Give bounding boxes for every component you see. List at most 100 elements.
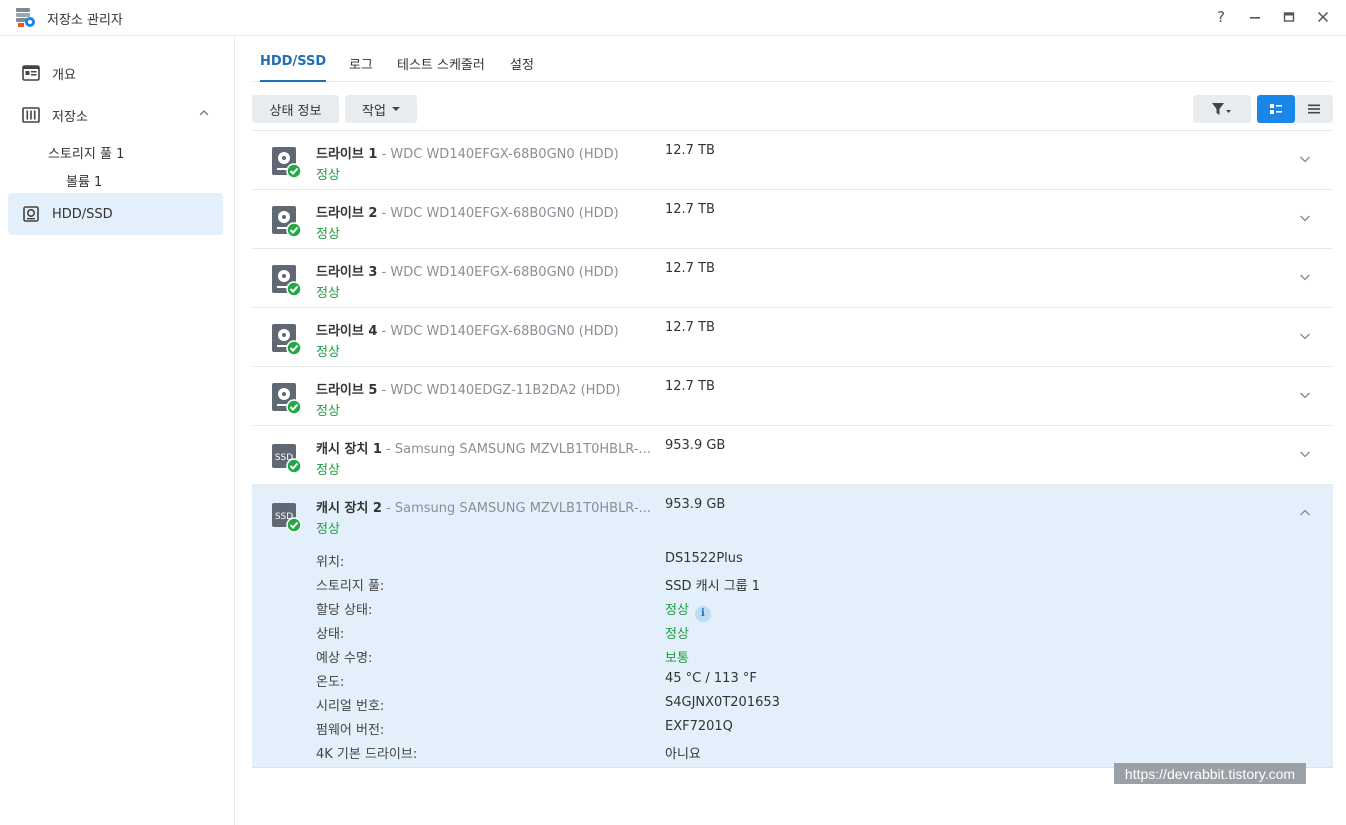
ssd-healthy-icon: SSD [272, 444, 302, 474]
ssd-healthy-icon: SSD [272, 503, 302, 533]
drive-size: 953.9 GB [665, 497, 726, 512]
drive-model: - Samsung SAMSUNG MZVLB1T0HBLR-... [381, 442, 651, 457]
detail-label-4k-native: 4K 기본 드라이브: [316, 747, 418, 762]
drive-model: - WDC WD140EFGX-68B0GN0 (HDD) [377, 147, 619, 162]
drive-status: 정상 [316, 463, 340, 478]
detail-value-storage-pool: SSD 캐시 그룹 1 [665, 579, 761, 594]
sidebar-item-volume-1[interactable]: 볼륨 1 [66, 171, 102, 190]
tab-test-scheduler[interactable]: 테스트 스케줄러 [397, 54, 485, 73]
drive-name: 캐시 장치 1 - Samsung SAMSUNG MZVLB1T0HBLR-.… [316, 438, 651, 457]
detail-label-firmware: 펌웨어 버전: [316, 723, 385, 738]
close-button[interactable] [1312, 6, 1334, 28]
drive-name: 드라이브 5 - WDC WD140EDGZ-11B2DA2 (HDD) [316, 379, 621, 398]
detail-label-allocation-status: 할당 상태: [316, 603, 373, 618]
drive-status: 정상 [316, 345, 340, 360]
status-info-button[interactable]: 상태 정보 [252, 95, 339, 123]
maximize-button[interactable] [1278, 6, 1300, 28]
drive-model: - WDC WD140EDGZ-11B2DA2 (HDD) [377, 383, 621, 398]
help-button[interactable]: ? [1210, 6, 1232, 28]
drive-row-expanded[interactable]: SSD 캐시 장치 2 - Samsung SAMSUNG MZVLB1T0HB… [252, 484, 1333, 768]
filter-button[interactable] [1193, 95, 1251, 123]
drive-row[interactable]: 드라이브 4 - WDC WD140EFGX-68B0GN0 (HDD) 정상 … [252, 307, 1333, 366]
drive-name: 캐시 장치 2 - Samsung SAMSUNG MZVLB1T0HBLR-.… [316, 497, 651, 516]
caret-down-icon [391, 107, 400, 111]
chevron-up-icon[interactable] [1299, 507, 1311, 519]
drive-row[interactable]: SSD 캐시 장치 1 - Samsung SAMSUNG MZVLB1T0HB… [252, 425, 1333, 484]
drive-size: 12.7 TB [665, 261, 715, 276]
card-view-button[interactable] [1257, 95, 1295, 123]
detail-label-location: 위치: [316, 555, 345, 570]
drive-title: 드라이브 5 [316, 383, 378, 398]
drive-size: 12.7 TB [665, 379, 715, 394]
detail-value-status: 정상 [665, 627, 689, 642]
drive-status: 정상 [316, 227, 340, 242]
title-bar: 저장소 관리자 ? [0, 0, 1346, 36]
sidebar-item-label: HDD/SSD [52, 206, 113, 222]
chevron-down-icon[interactable] [1299, 153, 1311, 165]
chevron-down-icon[interactable] [1299, 212, 1311, 224]
drive-row[interactable]: 드라이브 5 - WDC WD140EDGZ-11B2DA2 (HDD) 정상 … [252, 366, 1333, 425]
detail-label-temperature: 온도: [316, 675, 345, 690]
chevron-up-icon[interactable] [199, 108, 209, 118]
drive-model: - Samsung SAMSUNG MZVLB1T0HBLR-... [381, 501, 651, 516]
drive-row[interactable]: 드라이브 3 - WDC WD140EFGX-68B0GN0 (HDD) 정상 … [252, 248, 1333, 307]
hdd-icon [22, 205, 40, 223]
detail-label-serial: 시리얼 번호: [316, 699, 385, 714]
info-icon[interactable]: i [694, 605, 711, 622]
drive-model: - WDC WD140EFGX-68B0GN0 (HDD) [377, 206, 619, 221]
drive-name: 드라이브 3 - WDC WD140EFGX-68B0GN0 (HDD) [316, 261, 619, 280]
drive-row[interactable]: 드라이브 1 - WDC WD140EFGX-68B0GN0 (HDD) 정상 … [252, 130, 1333, 189]
chevron-down-icon[interactable] [1299, 271, 1311, 283]
drive-model: - WDC WD140EFGX-68B0GN0 (HDD) [377, 265, 619, 280]
detail-value-temperature: 45 °C / 113 °F [665, 671, 757, 686]
drive-title: 드라이브 2 [316, 206, 378, 221]
tab-settings[interactable]: 설정 [510, 54, 534, 73]
hdd-healthy-icon [272, 324, 302, 356]
drive-size: 12.7 TB [665, 202, 715, 217]
sidebar-item-label: 저장소 [52, 109, 88, 125]
tab-hdd-ssd[interactable]: HDD/SSD [260, 54, 326, 69]
drive-title: 드라이브 3 [316, 265, 378, 280]
sidebar-item-hdd-ssd[interactable]: HDD/SSD [8, 193, 223, 235]
minimize-icon [1250, 17, 1260, 19]
detail-value-location: DS1522Plus [665, 551, 743, 566]
active-tab-indicator [260, 80, 326, 82]
action-button[interactable]: 작업 [345, 95, 417, 123]
drive-title: 드라이브 4 [316, 324, 378, 339]
sidebar-item-storage[interactable]: 저장소 [8, 94, 223, 136]
list-view-icon [1308, 104, 1320, 114]
close-icon [1317, 11, 1329, 23]
watermark: https://devrabbit.tistory.com [1114, 763, 1306, 784]
sidebar-item-overview[interactable]: 개요 [8, 52, 223, 94]
card-view-icon [1270, 104, 1282, 114]
drive-status: 정상 [316, 286, 340, 301]
drive-status: 정상 [316, 522, 340, 537]
drive-size: 12.7 TB [665, 143, 715, 158]
detail-value-4k-native: 아니요 [665, 747, 701, 762]
status-info-label: 상태 정보 [269, 103, 322, 119]
hdd-healthy-icon [272, 147, 302, 179]
drive-size: 12.7 TB [665, 320, 715, 335]
sidebar: 개요 저장소 스토리지 풀 1 볼륨 1 HDD/SSD [0, 37, 235, 825]
drive-name: 드라이브 1 - WDC WD140EFGX-68B0GN0 (HDD) [316, 143, 619, 162]
drive-row[interactable]: 드라이브 2 - WDC WD140EFGX-68B0GN0 (HDD) 정상 … [252, 189, 1333, 248]
hdd-healthy-icon [272, 265, 302, 297]
drive-title: 드라이브 1 [316, 147, 378, 162]
hdd-healthy-icon [272, 206, 302, 238]
drive-title: 캐시 장치 1 [316, 442, 382, 457]
detail-value-firmware: EXF7201Q [665, 719, 733, 734]
drive-status: 정상 [316, 168, 340, 183]
list-view-button[interactable] [1295, 95, 1333, 123]
drive-title: 캐시 장치 2 [316, 501, 382, 516]
sidebar-item-storage-pool-1[interactable]: 스토리지 풀 1 [48, 143, 124, 162]
overview-icon [22, 64, 40, 82]
action-label: 작업 [362, 103, 386, 119]
chevron-down-icon[interactable] [1299, 389, 1311, 401]
chevron-down-icon[interactable] [1299, 448, 1311, 460]
minimize-button[interactable] [1244, 6, 1266, 28]
drive-name: 드라이브 2 - WDC WD140EFGX-68B0GN0 (HDD) [316, 202, 619, 221]
detail-value-life: 보통 [665, 651, 689, 666]
tab-log[interactable]: 로그 [349, 54, 373, 73]
chevron-down-icon[interactable] [1299, 330, 1311, 342]
drive-status: 정상 [316, 404, 340, 419]
